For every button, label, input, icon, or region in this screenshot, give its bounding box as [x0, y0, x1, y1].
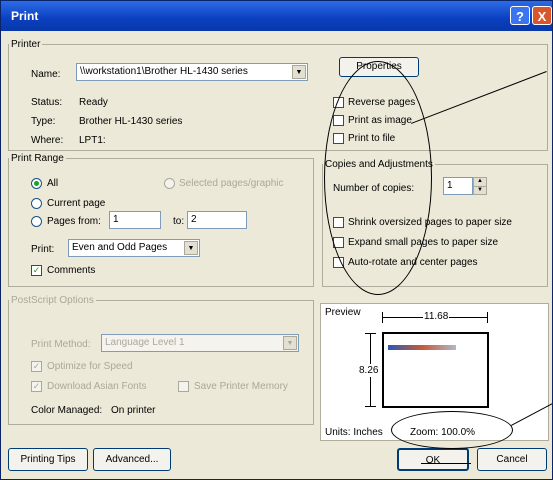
print-as-image-label: Print as image: [348, 115, 412, 126]
help-button[interactable]: ?: [510, 6, 530, 25]
pages-from-input[interactable]: 1: [109, 211, 161, 229]
color-managed-label: Color Managed:: [31, 405, 103, 416]
cancel-button[interactable]: Cancel: [477, 448, 547, 471]
ok-button[interactable]: OK: [397, 448, 469, 471]
printer-legend: Printer: [11, 39, 41, 50]
expand-checkbox[interactable]: [333, 237, 344, 248]
type-value: Brother HL-1430 series: [79, 116, 183, 127]
number-of-copies-label: Number of copies:: [333, 183, 415, 194]
print-to-file-label: Print to file: [348, 133, 396, 144]
color-managed-value: On printer: [111, 405, 156, 416]
pages-from-label: Pages from:: [47, 216, 101, 227]
page-content-image: [388, 345, 456, 350]
spin-up-icon[interactable]: ▲: [474, 178, 486, 187]
width-tick-right: [487, 312, 488, 323]
window-title: Print: [11, 9, 39, 23]
chevron-down-icon[interactable]: ▼: [184, 241, 198, 255]
optimize-label: Optimize for Speed: [47, 361, 133, 372]
status-value: Ready: [79, 97, 108, 108]
optimize-checkbox[interactable]: ✓: [31, 361, 42, 372]
print-pages-select[interactable]: Even and Odd Pages ▼: [68, 239, 200, 257]
where-label: Where:: [31, 135, 64, 146]
print-to-file-checkbox[interactable]: [333, 133, 344, 144]
print-range-legend: Print Range: [11, 153, 64, 164]
comments-checkbox[interactable]: ✓: [31, 265, 42, 276]
chevron-down-icon[interactable]: ▼: [292, 65, 306, 79]
print-method-label: Print Method:: [31, 339, 91, 350]
printer-name-select[interactable]: \\workstation1\Brother HL-1430 series ▼: [76, 63, 308, 81]
title-bar: Print ? X: [1, 1, 552, 31]
current-page-radio[interactable]: [31, 198, 42, 209]
copies-input[interactable]: 1: [443, 177, 473, 195]
selected-pages-radio[interactable]: [164, 178, 175, 189]
zoom-label: Zoom: 100.0%: [410, 427, 476, 438]
print-label: Print:: [31, 244, 55, 255]
spin-down-icon[interactable]: ▼: [474, 187, 486, 193]
preview-height-value: 8.26: [359, 364, 379, 377]
auto-rotate-label: Auto-rotate and center pages: [348, 257, 478, 268]
height-tick-top: [365, 333, 376, 334]
advanced-button[interactable]: Advanced...: [93, 448, 171, 471]
properties-button[interactable]: Properties: [339, 57, 419, 77]
auto-rotate-checkbox[interactable]: [333, 257, 344, 268]
print-as-image-checkbox[interactable]: [333, 115, 344, 126]
to-label: to:: [173, 216, 185, 227]
printer-name-value: \\workstation1\Brother HL-1430 series: [80, 66, 248, 77]
download-fonts-checkbox[interactable]: ✓: [31, 381, 42, 392]
print-pages-value: Even and Odd Pages: [72, 242, 168, 253]
postscript-legend: PostScript Options: [11, 295, 94, 306]
all-label: All: [47, 178, 59, 189]
page-thumbnail: [382, 332, 489, 408]
height-tick-bottom: [365, 406, 376, 407]
reverse-pages-label: Reverse pages: [348, 97, 416, 108]
where-value: LPT1:: [79, 135, 106, 146]
close-button[interactable]: X: [532, 6, 552, 25]
pages-from-radio[interactable]: [31, 216, 42, 227]
copies-legend: Copies and Adjustments: [325, 159, 433, 170]
download-fonts-label: Download Asian Fonts: [47, 381, 147, 392]
current-page-label: Current page: [47, 198, 106, 209]
save-memory-label: Save Printer Memory: [194, 381, 288, 392]
shrink-label: Shrink oversized pages to paper size: [348, 217, 512, 228]
width-tick-left: [382, 312, 383, 323]
pages-to-input[interactable]: 2: [187, 211, 247, 229]
print-method-select[interactable]: Language Level 1 ▼: [101, 334, 299, 352]
save-memory-checkbox[interactable]: [178, 381, 189, 392]
copies-spinner[interactable]: ▲ ▼: [473, 177, 487, 195]
preview-width-value: 11.68: [423, 311, 450, 322]
preview-label: Preview: [325, 307, 361, 318]
type-label: Type:: [31, 116, 56, 127]
units-label: Units: Inches: [325, 427, 383, 438]
printer-name-label: Name:: [31, 69, 61, 80]
print-method-value: Language Level 1: [105, 337, 185, 348]
shrink-checkbox[interactable]: [333, 217, 344, 228]
expand-label: Expand small pages to paper size: [348, 237, 499, 248]
print-dialog: Print ? X Printer Name: \\workstation1\B…: [0, 0, 553, 480]
comments-label: Comments: [47, 265, 96, 276]
status-label: Status:: [31, 97, 63, 108]
selected-pages-label: Selected pages/graphic: [179, 178, 284, 189]
reverse-pages-checkbox[interactable]: [333, 97, 344, 108]
chevron-down-icon[interactable]: ▼: [283, 336, 297, 350]
all-radio[interactable]: [31, 178, 42, 189]
annotation-line-ok: [421, 463, 471, 464]
printing-tips-button[interactable]: Printing Tips: [8, 448, 88, 471]
